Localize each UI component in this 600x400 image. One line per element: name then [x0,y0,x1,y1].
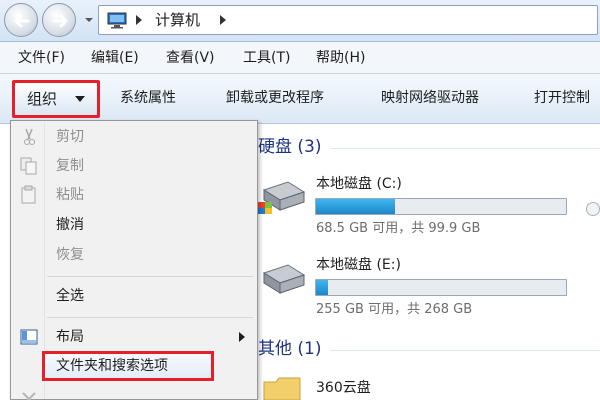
menu-item-label: 全选 [56,288,84,304]
menu-item-label: 剪切 [56,129,84,145]
menu-edit[interactable]: 编辑(E) [89,48,141,68]
organize-dropdown-menu: 剪切 复制 粘贴 撤消 恢复 全选 布局 文件夹和搜索选项 [10,120,258,400]
map-network-drive-button[interactable]: 映射网络驱动器 [381,88,479,108]
drive-e-usage-bar [315,279,567,296]
menu-item-partial [11,383,257,400]
submenu-arrow-icon [239,332,245,342]
menu-item-select-all[interactable]: 全选 [11,281,257,311]
forward-arrow-icon [52,14,68,28]
menu-item-label: 粘贴 [56,187,84,203]
menu-separator [47,317,253,318]
back-arrow-icon [14,14,30,28]
address-box[interactable]: 计算机 [98,5,598,35]
delete-icon [22,392,36,400]
menu-item-label: 复制 [56,158,84,174]
command-bar: 组织 系统属性 卸载或更改程序 映射网络驱动器 打开控制 [0,74,600,124]
menu-item-copy[interactable]: 复制 [11,151,257,181]
menu-item-label: 布局 [56,329,84,345]
menu-item-layout[interactable]: 布局 [11,322,257,352]
history-chevron-icon[interactable] [84,15,94,25]
organize-button[interactable]: 组织 [12,80,100,118]
system-properties-button[interactable]: 系统属性 [120,88,176,108]
breadcrumb-computer[interactable]: 计算机 [155,10,200,30]
copy-icon [20,157,37,175]
dropdown-caret-icon [75,96,85,102]
forward-button[interactable] [42,3,76,37]
drive-c-space-info: 68.5 GB 可用，共 99.9 GB [316,221,481,236]
menu-tools[interactable]: 工具(T) [241,48,292,68]
address-bar: 计算机 [0,0,600,42]
menu-item-redo[interactable]: 恢复 [11,240,257,270]
group-divider [330,350,600,351]
menu-item-paste[interactable]: 粘贴 [11,180,257,210]
drive-c-usage-bar [315,198,567,215]
scissors-icon [24,128,35,145]
group-header-hard-disks[interactable]: 硬盘 (3) [258,136,321,158]
menu-item-label: 文件夹和搜索选项 [56,358,168,374]
open-control-panel-button[interactable]: 打开控制 [534,88,590,108]
breadcrumb-arrow-icon[interactable] [219,15,227,25]
hard-drive-icon [258,181,306,214]
breadcrumb-arrow-icon[interactable] [135,15,143,25]
menu-item-label: 恢复 [56,247,84,263]
group-divider [330,148,600,149]
drive-c-usage-fill [316,199,395,214]
drive-e-name[interactable]: 本地磁盘 (E:) [316,256,401,274]
hard-drive-icon [262,264,306,294]
menu-help[interactable]: 帮助(H) [314,48,367,68]
menu-view[interactable]: 查看(V) [164,48,217,68]
menu-item-label: 撤消 [56,217,84,233]
menu-item-undo[interactable]: 撤消 [11,210,257,240]
drive-e-usage-fill [316,280,329,295]
organize-label: 组织 [27,90,58,108]
menu-item-folder-search-options[interactable]: 文件夹和搜索选项 [42,351,214,381]
menu-separator [47,276,253,277]
folder-icon [263,377,301,400]
menu-bar: 文件(F) 编辑(E) 查看(V) 工具(T) 帮助(H) [0,42,600,74]
back-button[interactable] [4,3,38,37]
menu-file[interactable]: 文件(F) [16,48,67,68]
cloud-drive-name[interactable]: 360云盘 [316,379,371,397]
group-header-other[interactable]: 其他 (1) [258,338,321,360]
menu-item-cut[interactable]: 剪切 [11,122,257,152]
drive-e-space-info: 255 GB 可用，共 268 GB [316,302,473,317]
partial-item-right [586,202,600,216]
computer-icon [107,12,127,29]
paste-icon [21,185,36,204]
drive-c-name[interactable]: 本地磁盘 (C:) [316,175,402,193]
uninstall-program-button[interactable]: 卸载或更改程序 [226,88,324,108]
layout-icon [20,329,38,345]
